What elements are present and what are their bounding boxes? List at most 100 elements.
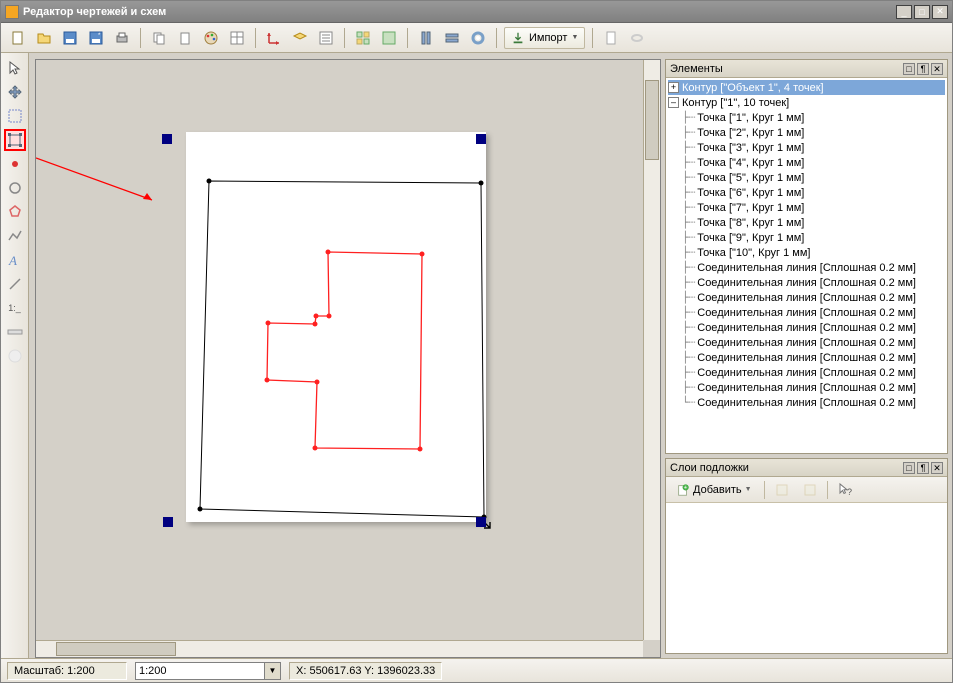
layer-help-icon[interactable]: ? <box>834 479 856 501</box>
paste-icon[interactable] <box>174 27 196 49</box>
tree-item-contour-1[interactable]: + Контур ["Объект 1", 4 точек] <box>668 80 945 95</box>
tree-item-contour-2[interactable]: – Контур ["1", 10 точек] <box>668 95 945 110</box>
elements-tree[interactable]: + Контур ["Объект 1", 4 точек] – Контур … <box>666 78 947 453</box>
tree-item[interactable]: ├┈Соединительная линия [Сплошная 0.2 мм] <box>668 365 945 380</box>
move-tool-icon[interactable] <box>4 81 26 103</box>
align1-icon[interactable] <box>415 27 437 49</box>
text-tool-icon[interactable]: A <box>4 249 26 271</box>
tree-item[interactable]: ├┈Точка ["1", Круг 1 мм] <box>668 110 945 125</box>
tree-item[interactable]: ├┈Точка ["2", Круг 1 мм] <box>668 125 945 140</box>
import-label: Импорт <box>529 32 567 44</box>
coordinates-label: X: 550617.63 Y: 1396023.33 <box>289 662 442 680</box>
rect-select-tool-icon[interactable] <box>4 105 26 127</box>
selection-handle[interactable] <box>162 134 172 144</box>
tree-item[interactable]: ├┈Точка ["7", Круг 1 мм] <box>668 200 945 215</box>
tree-item[interactable]: ├┈Точка ["5", Круг 1 мм] <box>668 170 945 185</box>
tree-item[interactable]: ├┈Соединительная линия [Сплошная 0.2 мм] <box>668 305 945 320</box>
selection-handle[interactable] <box>163 517 173 527</box>
svg-text:+: + <box>684 485 687 491</box>
scale-combo[interactable]: ▼ <box>135 662 281 680</box>
elements-panel-header: Элементы □ ¶ ✕ <box>666 60 947 78</box>
tree-item[interactable]: ├┈Соединительная линия [Сплошная 0.2 мм] <box>668 275 945 290</box>
panel-close-button[interactable]: ✕ <box>931 63 943 75</box>
tree-item[interactable]: ├┈Соединительная линия [Сплошная 0.2 мм] <box>668 335 945 350</box>
polygon-tool-icon[interactable] <box>4 201 26 223</box>
circle-tool-icon[interactable] <box>4 177 26 199</box>
tree-item[interactable]: └┈Соединительная линия [Сплошная 0.2 мм] <box>668 395 945 410</box>
horizontal-scrollbar[interactable] <box>36 640 643 657</box>
panel-float-button[interactable]: □ <box>903 63 915 75</box>
chevron-down-icon[interactable]: ▼ <box>265 662 281 680</box>
scale-label: Масштаб: 1:200 <box>7 662 127 680</box>
layers-body <box>666 503 947 653</box>
tree-item[interactable]: ├┈Точка ["8", Круг 1 мм] <box>668 215 945 230</box>
copy-icon[interactable] <box>148 27 170 49</box>
tree-item[interactable]: ├┈Соединительная линия [Сплошная 0.2 мм] <box>668 320 945 335</box>
grid1-icon[interactable] <box>352 27 374 49</box>
svg-text:?: ? <box>847 487 852 497</box>
elements-panel-title: Элементы <box>670 63 901 75</box>
disabled-tool-icon <box>4 345 26 367</box>
transform-tool-icon[interactable] <box>4 129 26 151</box>
chevron-down-icon: ▼ <box>571 34 578 41</box>
tree-item[interactable]: ├┈Соединительная линия [Сплошная 0.2 мм] <box>668 350 945 365</box>
expand-icon[interactable]: + <box>668 82 679 93</box>
svg-text:A: A <box>8 253 17 268</box>
import-dropdown[interactable]: Импорт ▼ <box>504 27 585 49</box>
list-icon[interactable] <box>315 27 337 49</box>
gear-icon[interactable] <box>467 27 489 49</box>
panel-close-button[interactable]: ✕ <box>931 462 943 474</box>
layers-panel-title: Слои подложки <box>670 462 901 474</box>
print-icon[interactable] <box>111 27 133 49</box>
selection-handle[interactable] <box>476 134 486 144</box>
doc2-icon[interactable] <box>626 27 648 49</box>
point-tool-icon[interactable] <box>4 153 26 175</box>
layer-action1-icon <box>771 479 793 501</box>
tree-item[interactable]: ├┈Соединительная линия [Сплошная 0.2 мм] <box>668 290 945 305</box>
collapse-icon[interactable]: – <box>668 97 679 108</box>
side-toolbar: A 1:_ <box>1 53 29 658</box>
layer-action2-icon <box>799 479 821 501</box>
layers-toolbar: + Добавить ▼ ? <box>666 477 947 503</box>
tree-item[interactable]: ├┈Соединительная линия [Сплошная 0.2 мм] <box>668 260 945 275</box>
pointer-tool-icon[interactable] <box>4 57 26 79</box>
layers-panel-header: Слои подложки □ ¶ ✕ <box>666 459 947 477</box>
window-title: Редактор чертежей и схем <box>23 6 896 18</box>
doc1-icon[interactable] <box>600 27 622 49</box>
close-button[interactable]: ✕ <box>932 5 948 19</box>
grid2-icon[interactable] <box>378 27 400 49</box>
minimize-button[interactable]: _ <box>896 5 912 19</box>
tree-item[interactable]: ├┈Точка ["3", Круг 1 мм] <box>668 140 945 155</box>
panel-pin-button[interactable]: ¶ <box>917 63 929 75</box>
canvas-viewport[interactable] <box>35 59 661 658</box>
new-icon[interactable] <box>7 27 29 49</box>
statusbar: Масштаб: 1:200 ▼ X: 550617.63 Y: 1396023… <box>1 658 952 682</box>
layout-icon[interactable] <box>226 27 248 49</box>
panel-pin-button[interactable]: ¶ <box>917 462 929 474</box>
axes-icon[interactable] <box>263 27 285 49</box>
open-icon[interactable] <box>33 27 55 49</box>
panel-float-button[interactable]: □ <box>903 462 915 474</box>
maximize-button[interactable]: □ <box>914 5 930 19</box>
tree-item[interactable]: ├┈Точка ["6", Круг 1 мм] <box>668 185 945 200</box>
tree-item[interactable]: ├┈Точка ["4", Круг 1 мм] <box>668 155 945 170</box>
save-icon[interactable] <box>59 27 81 49</box>
titlebar: Редактор чертежей и схем _ □ ✕ <box>1 1 952 23</box>
scale-tool-icon[interactable]: 1:_ <box>4 297 26 319</box>
app-icon <box>5 5 19 19</box>
tree-item[interactable]: ├┈Точка ["10", Круг 1 мм] <box>668 245 945 260</box>
tree-item[interactable]: ├┈Точка ["9", Круг 1 мм] <box>668 230 945 245</box>
polyline-tool-icon[interactable] <box>4 225 26 247</box>
vertical-scrollbar[interactable] <box>643 60 660 640</box>
saveas-icon[interactable]: * <box>85 27 107 49</box>
tree-item[interactable]: ├┈Соединительная линия [Сплошная 0.2 мм] <box>668 380 945 395</box>
align2-icon[interactable] <box>441 27 463 49</box>
layer-icon[interactable] <box>289 27 311 49</box>
line-tool-icon[interactable] <box>4 273 26 295</box>
canvas-area <box>29 53 661 658</box>
ruler-tool-icon[interactable] <box>4 321 26 343</box>
scale-input[interactable] <box>135 662 265 680</box>
selection-handle[interactable] <box>476 517 486 527</box>
add-layer-button[interactable]: + Добавить ▼ <box>670 481 758 499</box>
palette-icon[interactable] <box>200 27 222 49</box>
